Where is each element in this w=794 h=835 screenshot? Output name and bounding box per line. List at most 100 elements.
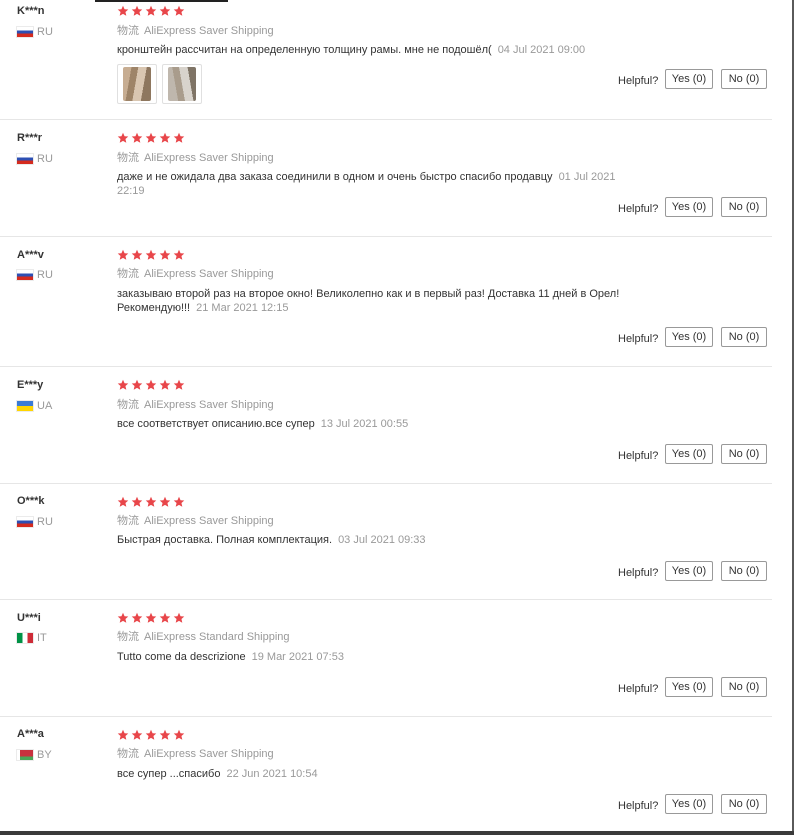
star-icon [131,379,143,391]
helpful-yes-button[interactable]: Yes (0) [665,197,713,217]
helpful-label: Helpful? [618,683,659,695]
helpful-no-button[interactable]: No (0) [721,794,767,814]
star-icon [145,5,157,17]
helpful-no-button[interactable]: No (0) [721,561,767,581]
helpful-no-button[interactable]: No (0) [721,69,767,89]
window-bottom-edge [0,831,794,835]
star-icon [145,249,157,261]
star-icon [173,132,185,144]
review-body: заказываю второй раз на второе окно! Вел… [117,288,620,300]
logistics-label: 物流 [117,748,139,760]
star-icon [145,379,157,391]
helpful-no-button[interactable]: No (0) [721,197,767,217]
review-date: 04 Jul 2021 09:00 [497,44,586,56]
star-rating [117,132,185,144]
review-body: Tutto come da descrizione [117,651,246,663]
russia-flag-icon [17,27,33,37]
star-icon [159,496,171,508]
helpful-no-button[interactable]: No (0) [721,327,767,347]
star-icon [117,5,129,17]
logistics-label: 物流 [117,631,139,643]
star-icon [173,496,185,508]
feedback-item: K***n RU 物流 AliExpress Saver Shipping кро… [0,0,772,120]
star-icon [131,132,143,144]
star-rating [117,379,185,391]
country-code: RU [37,153,53,165]
star-icon [145,612,157,624]
country-code: RU [37,516,53,528]
shipping-info: 物流 AliExpress Saver Shipping [117,268,274,280]
helpful-yes-button[interactable]: Yes (0) [665,69,713,89]
review-date: 22 Jun 2021 10:54 [226,768,318,780]
user-name: R***r [17,132,43,144]
helpful-label: Helpful? [618,800,659,812]
shipping-method: AliExpress Saver Shipping [144,152,274,164]
helpful-yes-button[interactable]: Yes (0) [665,444,713,464]
user-name: A***a [17,728,44,740]
helpful-yes-button[interactable]: Yes (0) [665,561,713,581]
star-icon [159,5,171,17]
star-rating [117,729,185,741]
star-icon [145,132,157,144]
star-icon [117,249,129,261]
russia-flag-icon [17,154,33,164]
feedback-item: A***a BY 物流 AliExpress Saver Shipping все… [0,717,772,831]
star-icon [159,249,171,261]
star-icon [173,612,185,624]
review-date: 21 Mar 2021 12:15 [196,302,289,314]
star-icon [117,379,129,391]
review-text: даже и не ожидала два заказа соединили в… [117,170,637,198]
helpful-label: Helpful? [618,203,659,215]
star-icon [117,612,129,624]
star-icon [117,729,129,741]
country-code: UA [37,400,53,412]
review-body: даже и не ожидала два заказа соединили в… [117,171,553,183]
country-code: IT [37,632,47,644]
star-icon [159,729,171,741]
user-country: RU [17,269,53,281]
star-icon [117,496,129,508]
helpful-no-button[interactable]: No (0) [721,444,767,464]
country-code: BY [37,749,52,761]
review-body: Быстрая доставка. Полная комплектация. [117,534,333,546]
review-date: 03 Jul 2021 09:33 [338,534,426,546]
feedback-item: A***v RU 物流 AliExpress Saver Shipping зак… [0,237,772,367]
user-name: U***i [17,612,41,624]
ukraine-flag-icon [17,401,33,411]
shipping-method: AliExpress Saver Shipping [144,748,274,760]
star-icon [159,612,171,624]
helpful-yes-button[interactable]: Yes (0) [665,794,713,814]
user-country: RU [17,153,53,165]
review-photo-thumbnail[interactable] [117,64,157,104]
shipping-info: 物流 AliExpress Saver Shipping [117,515,274,527]
helpful-yes-button[interactable]: Yes (0) [665,677,713,697]
star-icon [145,729,157,741]
star-icon [173,379,185,391]
logistics-label: 物流 [117,152,139,164]
shipping-method: AliExpress Saver Shipping [144,515,274,527]
russia-flag-icon [17,270,33,280]
user-country: IT [17,632,47,644]
shipping-method: AliExpress Standard Shipping [144,631,290,643]
review-photo-thumbnail[interactable] [162,64,202,104]
review-text: заказываю второй раз на второе окно! Вел… [117,287,637,315]
russia-flag-icon [17,517,33,527]
user-country: UA [17,400,52,412]
helpful-no-button[interactable]: No (0) [721,677,767,697]
review-body: все супер ...спасибо [117,768,221,780]
review-text: Быстрая доставка. Полная комплектация. 03… [117,533,637,547]
helpful-yes-button[interactable]: Yes (0) [665,327,713,347]
star-icon [131,249,143,261]
star-icon [159,379,171,391]
review-date: 13 Jul 2021 00:55 [320,418,409,430]
feedback-item: O***k RU 物流 AliExpress Saver Shipping Быс… [0,484,772,600]
feedback-item: R***r RU 物流 AliExpress Saver Shipping даж… [0,120,772,237]
shipping-method: AliExpress Saver Shipping [144,268,274,280]
review-text: все соответствует описанию.все супер 13 J… [117,417,637,431]
user-country: BY [17,749,52,761]
shipping-info: 物流 AliExpress Saver Shipping [117,25,274,37]
helpful-label: Helpful? [618,567,659,579]
review-body: все соответствует описанию.все супер [117,418,315,430]
star-rating [117,5,185,17]
star-rating [117,496,185,508]
